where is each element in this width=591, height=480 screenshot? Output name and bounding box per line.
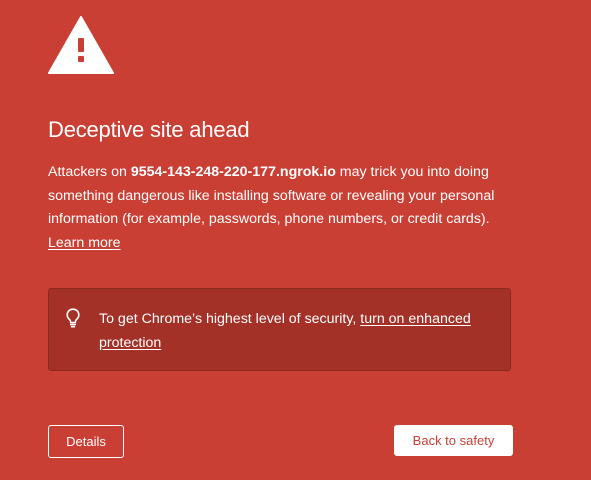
details-button[interactable]: Details — [48, 425, 124, 458]
learn-more-link[interactable]: Learn more — [48, 235, 121, 251]
main-message: Attackers on 9554-143-248-220-177.ngrok.… — [48, 161, 528, 255]
lightbulb-icon — [66, 308, 80, 328]
enhanced-protection-prefix: To get Chrome’s highest level of securit… — [99, 311, 361, 327]
enhanced-protection-message: To get Chrome’s highest level of securit… — [99, 307, 499, 355]
site-domain: 9554-143-248-220-177.ngrok.io — [130, 164, 336, 180]
message-prefix: Attackers on — [48, 164, 131, 180]
enhanced-protection-box: To get Chrome’s highest level of securit… — [48, 288, 511, 371]
page-title: Deceptive site ahead — [48, 117, 250, 142]
warning-triangle-icon — [48, 16, 114, 74]
back-to-safety-button[interactable]: Back to safety — [394, 425, 513, 456]
